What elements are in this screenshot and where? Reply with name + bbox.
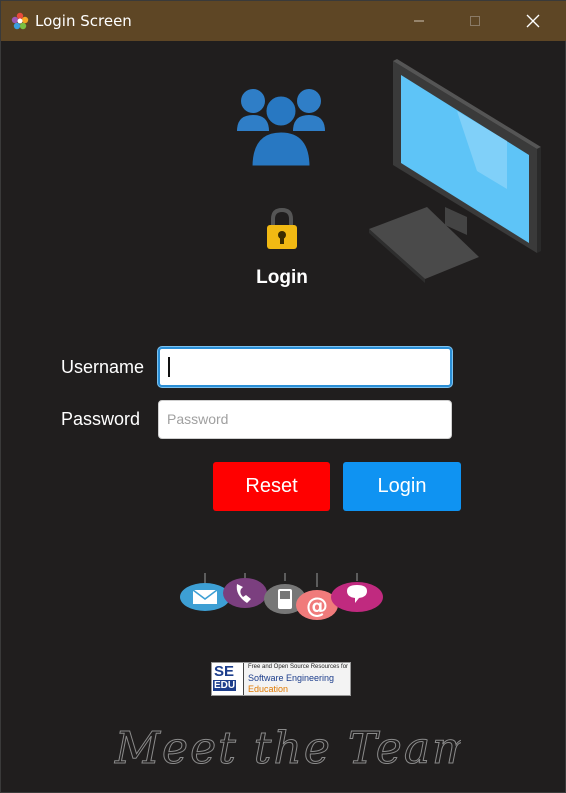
padlock-icon [267,207,297,249]
minimize-icon [414,20,424,22]
username-label: Username [61,357,145,377]
reset-button[interactable]: Reset [213,462,330,511]
minimize-button[interactable] [391,1,447,41]
users-group-icon [237,89,325,167]
window-title: Login Screen [35,12,132,30]
svg-text:@: @ [306,594,328,619]
page-title: Login [256,267,308,288]
seedu-line-education: Education [248,684,289,694]
text-caret [168,357,170,377]
login-button[interactable]: Login [343,462,461,511]
chat-icon [331,573,383,612]
meet-the-team-signature[interactable]: Meet the Team [111,711,462,781]
contact-icons-group: @ [180,573,383,620]
app-logo-icon [11,12,29,30]
maximize-icon [470,16,480,26]
phone-icon [223,573,267,608]
password-label: Password [61,409,141,429]
desktop-monitor-icon [369,59,541,283]
password-placeholder: Password [167,411,229,427]
close-icon [526,14,540,28]
seedu-tagline: Free and Open Source Resources for [248,664,349,670]
seedu-logo[interactable]: SE EDU Free and Open Source Resources fo… [211,662,351,696]
seedu-logo-bottom: EDU [213,680,237,691]
seedu-line-software: Software Engineering [248,673,335,683]
seedu-emblem: SE EDU [212,663,244,695]
username-input[interactable] [158,347,452,387]
close-button[interactable] [505,1,561,41]
seedu-logo-top: SE [214,663,235,680]
login-window: Login Screen Login Username Password Pas… [0,0,566,793]
email-icon [180,573,230,611]
password-input[interactable]: Password [158,400,452,439]
signature-text: Meet the Team [114,723,461,774]
title-bar[interactable]: Login Screen [1,1,566,41]
maximize-button[interactable] [447,1,503,41]
